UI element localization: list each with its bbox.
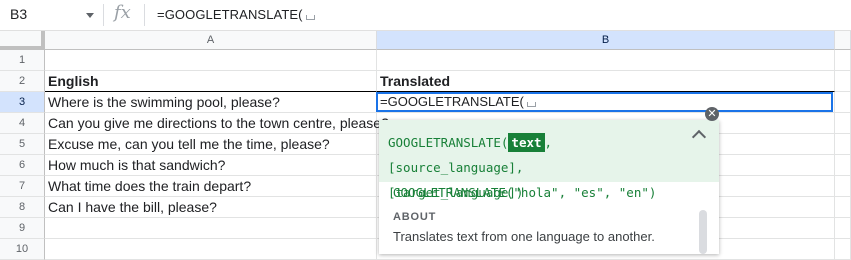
row-header-5[interactable]: 5 — [0, 134, 45, 155]
cell-c6[interactable] — [835, 155, 851, 176]
formula-bar: B3 fx =GOOGLETRANSLATE( — [0, 0, 851, 31]
active-cell-text: =GOOGLETRANSLATE( — [380, 94, 524, 109]
cell-c9[interactable] — [835, 218, 851, 239]
cell-a5[interactable]: Excuse me, can you tell me the time, ple… — [45, 134, 377, 155]
current-parameter: text — [508, 133, 545, 152]
cell-c3[interactable] — [835, 92, 851, 113]
cell-c4[interactable] — [835, 113, 851, 134]
cell-a10[interactable] — [45, 239, 377, 260]
row-header-1[interactable]: 1 — [0, 50, 45, 71]
row-header-6[interactable]: 6 — [0, 155, 45, 176]
divider — [144, 4, 145, 26]
formula-text: =GOOGLETRANSLATE( — [157, 7, 303, 22]
cell-c2[interactable] — [835, 71, 851, 92]
function-help-popup: GOOGLETRANSLATE(text, [source_language],… — [379, 120, 719, 254]
cell-c1[interactable] — [835, 50, 851, 71]
cell-c7[interactable] — [835, 176, 851, 197]
cell-a4[interactable]: Can you give me directions to the town c… — [45, 113, 389, 134]
row-header-7[interactable]: 7 — [0, 176, 45, 197]
function-name: GOOGLETRANSLATE( — [388, 135, 509, 150]
row-header-3[interactable]: 3 — [0, 92, 45, 113]
popup-scrollbar[interactable] — [699, 210, 707, 254]
text-cursor-icon — [526, 102, 536, 107]
cell-a1[interactable] — [45, 50, 377, 71]
row-header-2[interactable]: 2 — [0, 71, 45, 92]
active-cell-editor[interactable]: =GOOGLETRANSLATE( — [376, 92, 833, 112]
function-signature-panel[interactable]: GOOGLETRANSLATE(text, [source_language],… — [379, 120, 719, 200]
row-header-10[interactable]: 10 — [0, 239, 45, 260]
row-header-8[interactable]: 8 — [0, 197, 45, 218]
cell-a7[interactable]: What time does the train depart? — [45, 176, 377, 197]
cell-reference: B3 — [10, 6, 28, 22]
cell-c10[interactable] — [835, 239, 851, 260]
chevron-down-icon[interactable] — [86, 13, 94, 18]
about-text: Translates text from one language to ano… — [393, 229, 655, 244]
cell-a8[interactable]: Can I have the bill, please? — [45, 197, 377, 218]
column-header-c[interactable] — [835, 31, 851, 50]
cell-c5[interactable] — [835, 134, 851, 155]
cell-a3[interactable]: Where is the swimming pool, please? — [45, 92, 377, 113]
cell-b2[interactable]: Translated — [377, 71, 835, 92]
column-header-a[interactable]: A — [45, 31, 377, 50]
chevron-up-icon[interactable] — [691, 129, 707, 145]
column-header-b[interactable]: B — [377, 31, 835, 50]
cell-a9[interactable] — [45, 218, 377, 239]
cell-a2[interactable]: English — [45, 71, 377, 92]
divider — [103, 4, 104, 26]
name-box[interactable]: B3 — [0, 0, 100, 30]
fx-icon: fx — [114, 2, 131, 23]
formula-input[interactable]: =GOOGLETRANSLATE( — [157, 7, 315, 22]
close-icon[interactable]: ✕ — [705, 107, 719, 121]
text-cursor-icon — [305, 15, 315, 20]
row-header-9[interactable]: 9 — [0, 218, 45, 239]
row-header-4[interactable]: 4 — [0, 113, 45, 134]
cell-a6[interactable]: How much is that sandwich? — [45, 155, 377, 176]
cell-c8[interactable] — [835, 197, 851, 218]
select-all-corner[interactable] — [0, 31, 45, 50]
function-example: GOOGLETRANSLATE("hola", "es", "en") — [393, 185, 657, 200]
cell-b1[interactable] — [377, 50, 835, 71]
about-heading: ABOUT — [393, 211, 437, 223]
